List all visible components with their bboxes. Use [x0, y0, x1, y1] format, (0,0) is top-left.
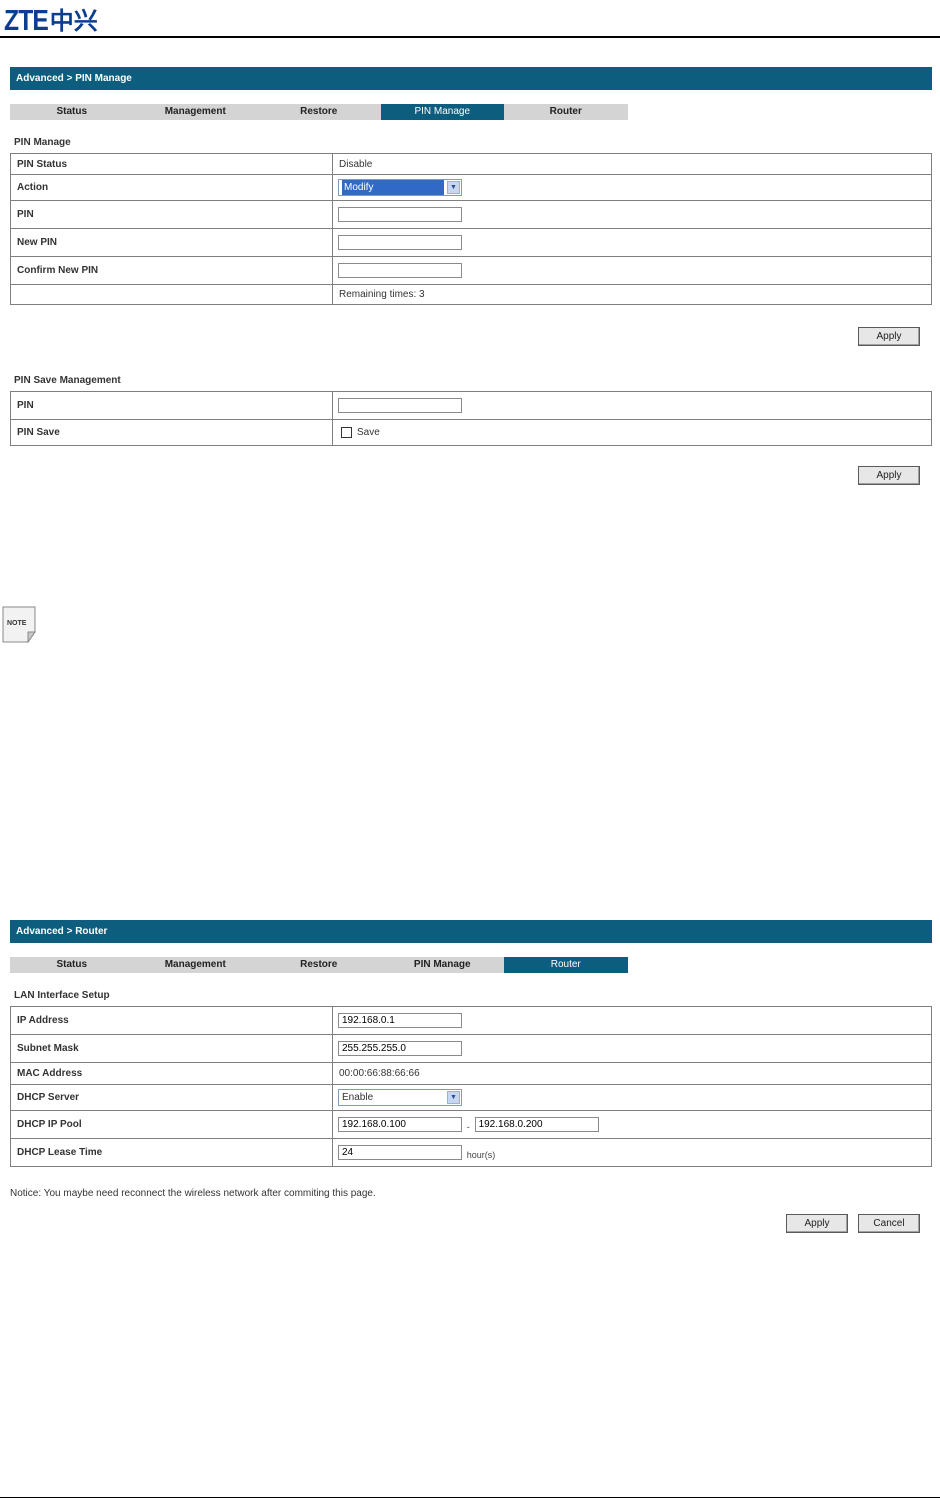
- table-row: New PIN: [10, 228, 932, 257]
- tab-restore[interactable]: Restore: [257, 104, 381, 120]
- save-pin-label: PIN: [10, 391, 333, 420]
- subnet-mask-label: Subnet Mask: [10, 1034, 333, 1063]
- section-title: PIN Manage: [14, 137, 71, 148]
- chevron-down-icon: ▼: [447, 181, 460, 194]
- table-row: PIN: [10, 200, 932, 229]
- save-checkbox-label: Save: [357, 427, 380, 439]
- table-row: PIN: [10, 391, 932, 420]
- action-select[interactable]: Modify ▼: [338, 179, 462, 196]
- tab-pin-manage[interactable]: PIN Manage: [380, 957, 504, 973]
- lease-unit: hour(s): [466, 1150, 496, 1161]
- table-row: Remaining times: 3: [10, 284, 932, 305]
- breadcrumb: Advanced > PIN Manage: [10, 67, 932, 90]
- chevron-down-icon: ▼: [447, 1091, 460, 1104]
- empty-label-cell: [10, 284, 333, 305]
- save-apply-button[interactable]: Apply: [858, 466, 920, 485]
- table-row: PIN Save Save: [10, 419, 932, 446]
- apply-button[interactable]: Apply: [858, 327, 920, 346]
- pin-save-label: PIN Save: [10, 419, 333, 446]
- table-row: PIN Status Disable: [10, 153, 932, 175]
- save-checkbox[interactable]: [341, 426, 352, 438]
- dhcp-pool-start-input[interactable]: [338, 1116, 462, 1132]
- table-row: MAC Address 00:00:66:88:66:66: [10, 1062, 932, 1085]
- mac-address-value: 00:00:66:88:66:66: [332, 1062, 932, 1085]
- logo-chinese: 中兴: [49, 7, 98, 35]
- mac-address-label: MAC Address: [10, 1062, 333, 1085]
- router-tab-bar: Status Management Restore PIN Manage Rou…: [10, 957, 628, 973]
- table-row: DHCP Lease Time hour(s): [10, 1138, 932, 1167]
- lan-setup-table: IP Address Subnet Mask MAC Address 00:00…: [10, 1006, 932, 1167]
- table-row: IP Address: [10, 1006, 932, 1035]
- tab-restore[interactable]: Restore: [257, 957, 381, 973]
- note-icon: NOTE: [2, 606, 36, 643]
- tab-bar: Status Management Restore PIN Manage Rou…: [10, 104, 628, 120]
- tab-management[interactable]: Management: [133, 957, 257, 973]
- dhcp-server-label: DHCP Server: [10, 1084, 333, 1111]
- confirm-new-pin-label: Confirm New PIN: [10, 256, 333, 285]
- section-title: PIN Save Management: [14, 375, 121, 386]
- pin-status-label: PIN Status: [10, 153, 333, 175]
- dhcp-server-selected-value: Enable: [342, 1092, 374, 1103]
- ip-address-label: IP Address: [10, 1006, 333, 1035]
- notice-text: Notice: You maybe need reconnect the wir…: [10, 1188, 376, 1199]
- dhcp-pool-separator: -: [466, 1122, 470, 1133]
- pin-save-table: PIN PIN Save Save: [10, 391, 932, 446]
- dhcp-lease-time-label: DHCP Lease Time: [10, 1138, 333, 1167]
- tab-router[interactable]: Router: [504, 957, 628, 973]
- zte-logo: ZTE 中兴: [4, 6, 98, 36]
- tab-pin-manage[interactable]: PIN Manage: [380, 104, 504, 120]
- new-pin-input[interactable]: [338, 235, 462, 250]
- tab-status[interactable]: Status: [10, 104, 134, 120]
- ip-address-input[interactable]: [338, 1013, 462, 1028]
- action-selected-value: Modify: [342, 180, 444, 195]
- pin-status-value: Disable: [332, 153, 932, 175]
- note-icon-text: NOTE: [7, 620, 27, 627]
- remaining-times: Remaining times: 3: [332, 284, 932, 305]
- tab-management[interactable]: Management: [133, 104, 257, 120]
- router-cancel-button[interactable]: Cancel: [858, 1214, 920, 1233]
- table-row: DHCP IP Pool -: [10, 1110, 932, 1139]
- pin-label: PIN: [10, 200, 333, 229]
- dhcp-lease-time-input[interactable]: [338, 1144, 462, 1160]
- lan-section-title: LAN Interface Setup: [14, 990, 110, 1001]
- pin-manage-table: PIN Status Disable Action Modify ▼ PIN Ne…: [10, 153, 932, 305]
- tab-status[interactable]: Status: [10, 957, 134, 973]
- header-rule: [0, 36, 940, 38]
- save-pin-input[interactable]: [338, 398, 462, 413]
- logo-latin: ZTE: [4, 5, 49, 37]
- router-apply-button[interactable]: Apply: [786, 1214, 848, 1233]
- table-row: DHCP Server Enable ▼: [10, 1084, 932, 1111]
- action-label: Action: [10, 174, 333, 201]
- table-row: Confirm New PIN: [10, 256, 932, 285]
- tab-router[interactable]: Router: [504, 104, 628, 120]
- table-row: Action Modify ▼: [10, 174, 932, 201]
- pin-input[interactable]: [338, 207, 462, 222]
- confirm-new-pin-input[interactable]: [338, 263, 462, 278]
- footer-rule: [0, 1497, 940, 1498]
- table-row: Subnet Mask: [10, 1034, 932, 1063]
- new-pin-label: New PIN: [10, 228, 333, 257]
- subnet-mask-input[interactable]: [338, 1041, 462, 1056]
- dhcp-ip-pool-label: DHCP IP Pool: [10, 1110, 333, 1139]
- router-breadcrumb: Advanced > Router: [10, 920, 932, 943]
- dhcp-pool-end-input[interactable]: [474, 1116, 599, 1132]
- dhcp-server-select[interactable]: Enable ▼: [338, 1089, 462, 1106]
